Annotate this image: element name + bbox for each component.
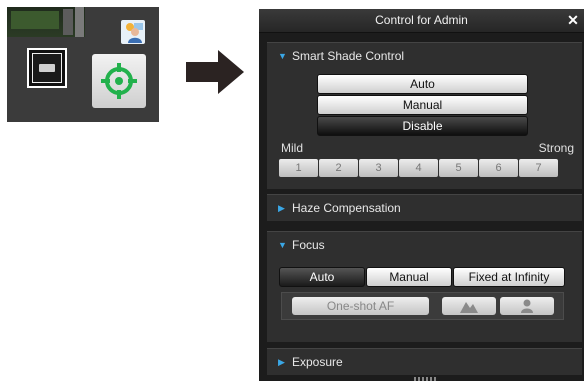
mild-label: Mild	[281, 141, 304, 155]
resize-grip[interactable]	[414, 377, 436, 381]
close-icon[interactable]: ✕	[566, 13, 580, 27]
focus-infinity-button[interactable]: Fixed at Infinity	[453, 267, 565, 287]
level-5-button[interactable]: 5	[439, 159, 478, 177]
expand-right-icon: ▶	[278, 203, 285, 213]
strong-label: Strong	[538, 141, 574, 155]
level-7-button[interactable]: 7	[519, 159, 558, 177]
smart-shade-header[interactable]: ▼ Smart Shade Control	[267, 43, 582, 67]
keyboard-icon	[39, 64, 55, 72]
shade-level-selector: 1 2 3 4 5 6 7	[279, 159, 558, 177]
arrow-right-icon	[186, 50, 244, 94]
focus-far-button[interactable]	[442, 297, 496, 315]
expand-down-icon: ▼	[278, 240, 287, 250]
admin-control-panel: Control for Admin ✕ ▼ Smart Shade Control…	[259, 9, 584, 381]
level-3-button[interactable]: 3	[359, 159, 398, 177]
panel-title-bar: Control for Admin ✕	[259, 9, 584, 33]
focus-auto-button[interactable]: Auto	[279, 267, 365, 287]
focus-section: ▼ Focus Auto Manual Fixed at Infinity One…	[267, 231, 582, 342]
focus-manual-button[interactable]: Manual	[366, 267, 452, 287]
focus-target-button[interactable]	[92, 54, 146, 108]
mountain-icon	[460, 302, 478, 313]
focus-mode-group: Auto Manual Fixed at Infinity	[279, 267, 565, 287]
panel-title: Control for Admin	[375, 13, 468, 27]
admin-control-button[interactable]	[27, 48, 67, 88]
user-settings-icon[interactable]	[121, 20, 145, 44]
focus-near-button[interactable]	[500, 297, 554, 315]
one-shot-af-button[interactable]: One-shot AF	[292, 297, 429, 315]
level-6-button[interactable]: 6	[479, 159, 518, 177]
exposure-header[interactable]: ▶ Exposure	[267, 349, 582, 373]
exposure-section: ▶ Exposure	[267, 348, 582, 375]
expand-right-icon: ▶	[278, 357, 285, 367]
expand-down-icon: ▼	[278, 51, 287, 61]
smart-shade-section: ▼ Smart Shade Control Auto Manual Disable…	[267, 42, 582, 189]
toolbar-thumbnail	[7, 7, 159, 122]
focus-header[interactable]: ▼ Focus	[267, 232, 582, 256]
level-2-button[interactable]: 2	[319, 159, 358, 177]
haze-section: ▶ Haze Compensation	[267, 194, 582, 221]
crosshair-icon	[101, 63, 137, 99]
level-4-button[interactable]: 4	[399, 159, 438, 177]
shade-mode-group: Auto Manual Disable	[317, 74, 528, 137]
video-preview-strip	[7, 7, 85, 37]
person-icon	[521, 299, 533, 313]
shade-auto-button[interactable]: Auto	[317, 74, 528, 94]
af-controls: One-shot AF	[281, 292, 564, 320]
shade-manual-button[interactable]: Manual	[317, 95, 528, 115]
shade-disable-button[interactable]: Disable	[317, 116, 528, 136]
haze-header[interactable]: ▶ Haze Compensation	[267, 195, 582, 219]
level-1-button[interactable]: 1	[279, 159, 318, 177]
